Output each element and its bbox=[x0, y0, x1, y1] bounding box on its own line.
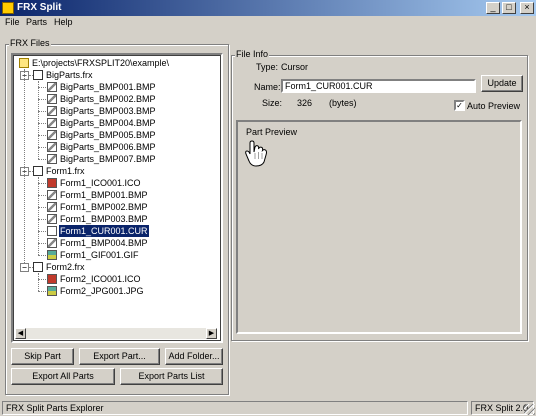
minimize-button[interactable]: _ bbox=[486, 2, 500, 14]
tree-connector bbox=[38, 255, 46, 256]
app-icon bbox=[2, 2, 14, 14]
part-preview-label: Part Preview bbox=[246, 127, 298, 137]
tree-connector bbox=[38, 207, 46, 208]
menu-file[interactable]: File bbox=[5, 17, 20, 27]
icon-file-icon bbox=[47, 274, 57, 284]
size-label: Size: bbox=[262, 98, 283, 108]
bitmap-file-icon bbox=[47, 202, 57, 212]
bitmap-file-icon bbox=[47, 214, 57, 224]
tree-connector bbox=[38, 219, 46, 220]
tree-file-label: Form1_BMP001.BMP bbox=[60, 190, 148, 200]
tree-file-label: Form1_BMP003.BMP bbox=[60, 214, 148, 224]
update-button[interactable]: Update bbox=[481, 75, 523, 92]
tree-file-label: BigParts_BMP002.BMP bbox=[60, 94, 156, 104]
bitmap-file-icon bbox=[47, 118, 57, 128]
tree-connector bbox=[38, 279, 46, 280]
skip-part-button[interactable]: Skip Part bbox=[11, 348, 74, 365]
title-bar: FRX Split _ □ × bbox=[0, 0, 536, 16]
tree-connector bbox=[38, 159, 46, 160]
type-label: Type: bbox=[256, 62, 279, 72]
tree-root-label: E:\projects\FRXSPLIT20\example\ bbox=[32, 58, 170, 68]
bitmap-file-icon bbox=[47, 142, 57, 152]
tree-file-label: Form1_ICO001.ICO bbox=[60, 178, 141, 188]
name-field[interactable]: Form1_CUR001.CUR bbox=[281, 79, 476, 93]
tree-file-label: BigParts_BMP005.BMP bbox=[60, 130, 156, 140]
tree-file-label: Form1_BMP004.BMP bbox=[60, 238, 148, 248]
tree-connector bbox=[38, 273, 39, 291]
tree-file-label: BigParts_BMP006.BMP bbox=[60, 142, 156, 152]
image-file-icon bbox=[47, 286, 57, 296]
status-text-left: FRX Split Parts Explorer bbox=[2, 401, 468, 415]
bitmap-file-icon bbox=[47, 94, 57, 104]
part-preview-panel: Part Preview bbox=[236, 120, 522, 334]
image-file-icon bbox=[47, 250, 57, 260]
add-folder-button[interactable]: Add Folder... bbox=[165, 348, 223, 365]
bitmap-file-icon bbox=[47, 106, 57, 116]
tree-connector bbox=[24, 69, 25, 263]
size-value: 326 bbox=[297, 98, 313, 108]
tree-connector bbox=[38, 231, 46, 232]
type-value: Cursor bbox=[281, 62, 309, 72]
icon-file-icon bbox=[47, 178, 57, 188]
tree-connector bbox=[38, 111, 46, 112]
export-part-button[interactable]: Export Part... bbox=[79, 348, 160, 365]
cursor-file-icon bbox=[47, 226, 57, 236]
folder-icon bbox=[19, 58, 29, 68]
bitmap-file-icon bbox=[47, 154, 57, 164]
resize-grip[interactable] bbox=[524, 404, 535, 415]
export-parts-list-button[interactable]: Export Parts List bbox=[120, 368, 223, 385]
file-info-label: File Info bbox=[235, 49, 270, 59]
tree-file-label: Form1_GIF001.GIF bbox=[60, 250, 139, 260]
size-unit: (bytes) bbox=[329, 98, 357, 108]
scroll-right-button[interactable]: ▶ bbox=[206, 328, 217, 339]
name-label: Name: bbox=[254, 82, 281, 92]
menu-help[interactable]: Help bbox=[54, 17, 73, 27]
bitmap-file-icon bbox=[47, 82, 57, 92]
auto-preview-checkbox[interactable]: ✓ bbox=[454, 100, 465, 111]
tree-horizontal-scrollbar[interactable]: ◀ ▶ bbox=[15, 328, 217, 339]
auto-preview-label: Auto Preview bbox=[467, 101, 521, 111]
tree-group-label: BigParts.frx bbox=[46, 70, 93, 80]
tree-connector bbox=[38, 195, 46, 196]
tree-connector bbox=[38, 81, 39, 159]
tree-file-label: BigParts_BMP004.BMP bbox=[60, 118, 156, 128]
bitmap-file-icon bbox=[47, 238, 57, 248]
frx-file-icon bbox=[33, 262, 43, 272]
frx-files-label: FRX Files bbox=[9, 38, 51, 48]
bitmap-file-icon bbox=[47, 190, 57, 200]
tree-connector bbox=[38, 135, 46, 136]
tree-file-label: Form1_CUR001.CUR bbox=[59, 225, 149, 237]
tree-connector bbox=[38, 123, 46, 124]
tree-group-label: Form1.frx bbox=[46, 166, 85, 176]
menu-parts[interactable]: Parts bbox=[26, 17, 47, 27]
hand-cursor-icon bbox=[245, 140, 267, 167]
scroll-left-button[interactable]: ◀ bbox=[15, 328, 26, 339]
tree-file-label: Form2_ICO001.ICO bbox=[60, 274, 141, 284]
tree-connector bbox=[38, 291, 46, 292]
tree-file-label: BigParts_BMP007.BMP bbox=[60, 154, 156, 164]
tree-file-label: Form2_JPG001.JPG bbox=[60, 286, 144, 296]
tree-connector bbox=[38, 99, 46, 100]
bitmap-file-icon bbox=[47, 130, 57, 140]
tree-connector bbox=[38, 183, 46, 184]
window-title: FRX Split bbox=[17, 2, 62, 13]
file-tree[interactable]: E:\projects\FRXSPLIT20\example\ − BigParts… bbox=[11, 53, 223, 343]
frx-file-icon bbox=[33, 166, 43, 176]
tree-connector bbox=[38, 147, 46, 148]
close-button[interactable]: × bbox=[520, 2, 534, 14]
tree-file-label: BigParts_BMP001.BMP bbox=[60, 82, 156, 92]
export-all-parts-button[interactable]: Export All Parts bbox=[11, 368, 115, 385]
tree-connector bbox=[38, 243, 46, 244]
menu-bar: File Parts Help bbox=[0, 16, 536, 30]
tree-group-label: Form2.frx bbox=[46, 262, 85, 272]
tree-file-label: Form1_BMP002.BMP bbox=[60, 202, 148, 212]
frx-file-icon bbox=[33, 70, 43, 80]
tree-file-label: BigParts_BMP003.BMP bbox=[60, 106, 156, 116]
tree-connector bbox=[38, 87, 46, 88]
collapse-toggle[interactable]: − bbox=[20, 263, 29, 272]
maximize-button[interactable]: □ bbox=[502, 2, 516, 14]
tree-connector bbox=[38, 177, 39, 255]
status-bar: FRX Split Parts Explorer FRX Split 2.0 bbox=[0, 400, 536, 416]
